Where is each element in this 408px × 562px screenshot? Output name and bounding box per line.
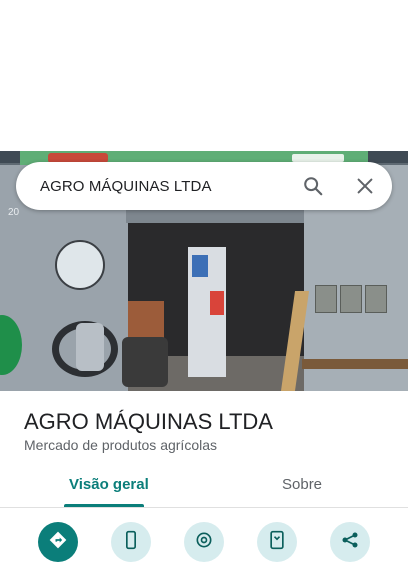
place-title: AGRO MÁQUINAS LTDA bbox=[24, 409, 273, 434]
place-category[interactable]: Mercado de produtos agrícolas bbox=[24, 437, 217, 453]
website-button[interactable] bbox=[184, 522, 224, 562]
electric-meter bbox=[365, 285, 387, 313]
save-icon bbox=[270, 530, 284, 550]
website-icon bbox=[196, 532, 212, 548]
tab-divider bbox=[0, 507, 408, 508]
search-bar[interactable]: AGRO MÁQUINAS LTDA bbox=[16, 162, 392, 210]
electric-meter bbox=[315, 285, 337, 313]
round-mirror bbox=[55, 240, 105, 290]
share-icon bbox=[342, 532, 358, 548]
search-query[interactable]: AGRO MÁQUINAS LTDA bbox=[40, 178, 212, 195]
directions-icon bbox=[49, 531, 67, 549]
call-button[interactable] bbox=[111, 522, 151, 562]
tab-about[interactable]: Sobre bbox=[282, 476, 322, 493]
electric-meter bbox=[340, 285, 362, 313]
directions-button[interactable] bbox=[38, 522, 78, 562]
tab-overview[interactable]: Visão geral bbox=[69, 476, 149, 493]
map-top-area bbox=[0, 0, 408, 151]
house-number: 20 bbox=[8, 207, 20, 218]
share-button[interactable] bbox=[330, 522, 370, 562]
close-icon[interactable] bbox=[354, 175, 376, 197]
phone-icon bbox=[126, 530, 136, 550]
save-button[interactable] bbox=[257, 522, 297, 562]
search-icon[interactable] bbox=[302, 175, 324, 197]
